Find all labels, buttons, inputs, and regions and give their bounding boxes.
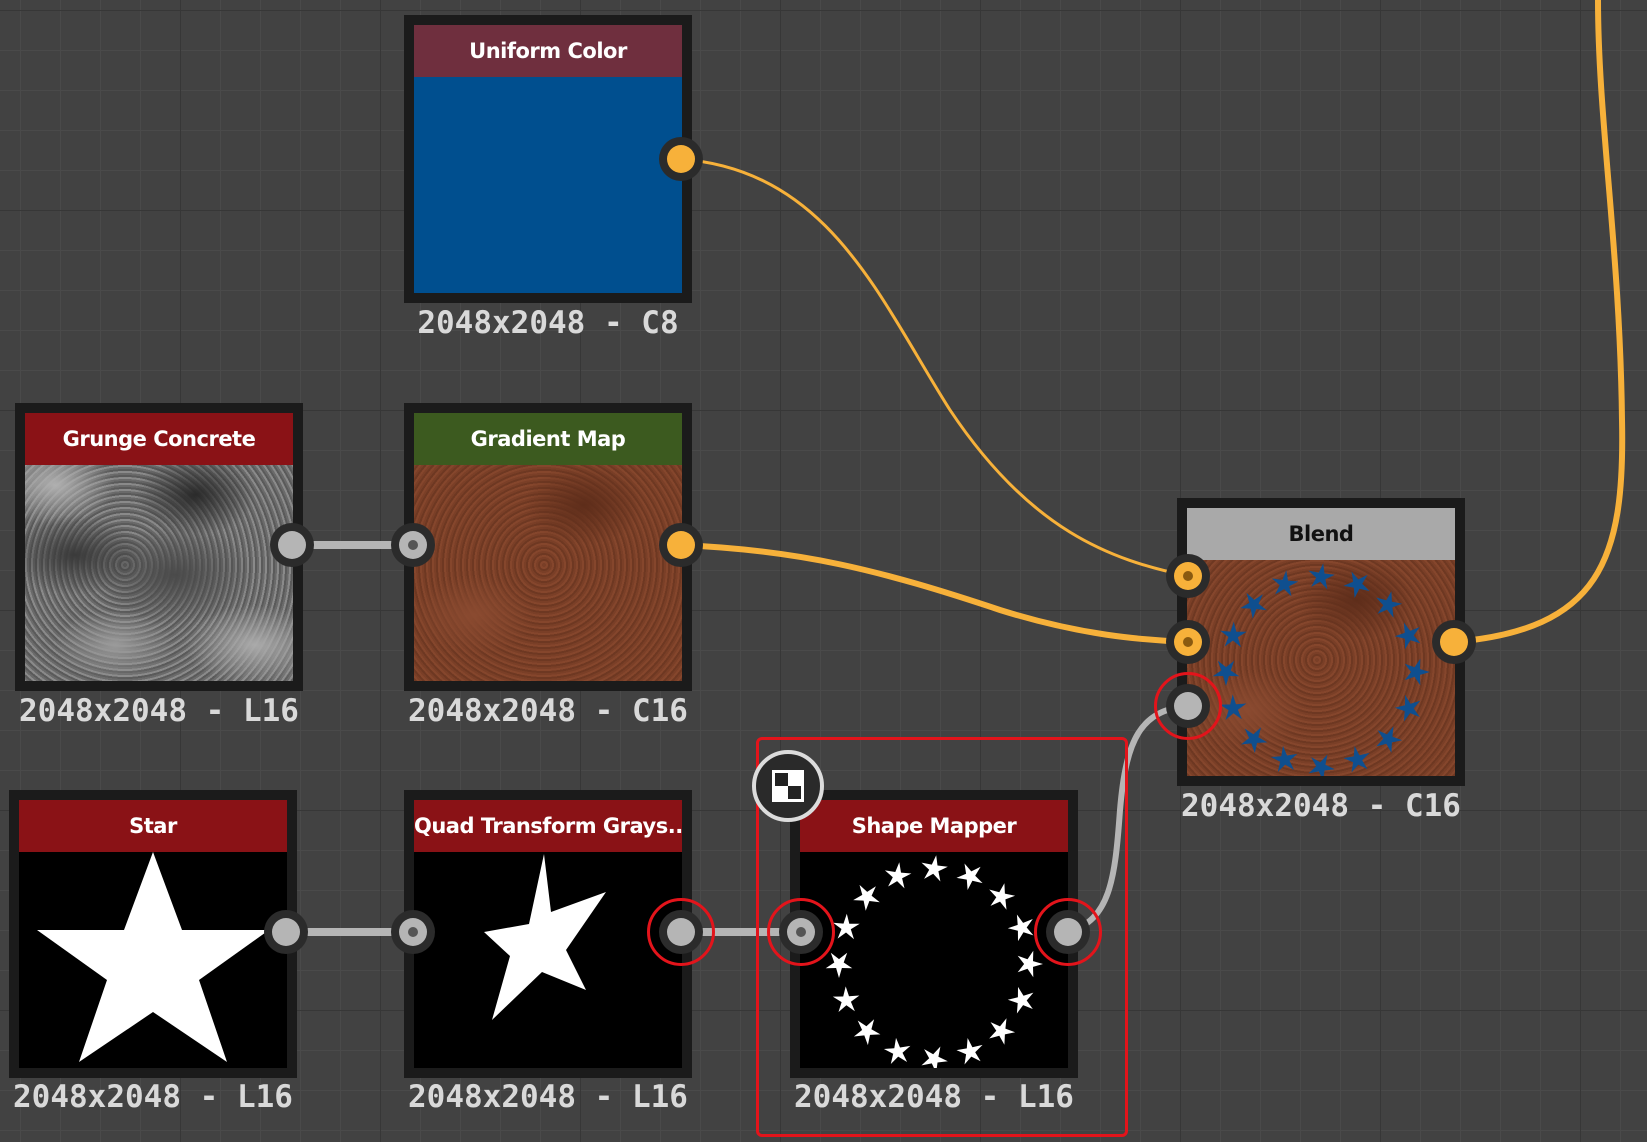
scattered-star-shape bbox=[1376, 591, 1403, 618]
node-thumbnail-blend bbox=[1187, 560, 1455, 776]
output-port-star[interactable] bbox=[264, 910, 308, 954]
node-title: Quad Transform Grays... bbox=[414, 800, 682, 852]
node-grunge-concrete[interactable]: Grunge Concrete bbox=[15, 403, 303, 691]
output-port-gradient-map[interactable] bbox=[659, 523, 703, 567]
scattered-star-shape bbox=[921, 1046, 948, 1068]
node-size-label: 2048x2048 - L16 bbox=[794, 1079, 1074, 1115]
node-thumbnail-quad-transform bbox=[414, 852, 682, 1068]
node-size-label: 2048x2048 - C8 bbox=[417, 305, 679, 341]
output-port-quad-transform[interactable] bbox=[659, 910, 703, 954]
checker-compare-icon[interactable] bbox=[752, 750, 824, 822]
scattered-star-shape bbox=[1404, 658, 1430, 686]
node-gradient-map[interactable]: Gradient Map bbox=[404, 403, 692, 691]
scattered-star-shape bbox=[1007, 986, 1034, 1014]
scattered-star-shape bbox=[1271, 570, 1299, 597]
scattered-star-shape bbox=[883, 1037, 911, 1064]
node-thumbnail-gradient-map bbox=[414, 465, 682, 681]
scattered-star-shape bbox=[1007, 914, 1034, 942]
scattered-star-shape bbox=[1240, 727, 1268, 754]
input-port-shape-mapper[interactable] bbox=[779, 910, 823, 954]
scattered-star-shape bbox=[1220, 621, 1247, 648]
node-quad-transform[interactable]: Quad Transform Grays... bbox=[404, 790, 692, 1078]
scattered-star-shape bbox=[956, 863, 983, 890]
connection-uniform-to-blend[interactable] bbox=[679, 157, 1189, 578]
scattered-star-shape bbox=[1270, 745, 1298, 772]
connection-blend-output[interactable] bbox=[1452, 0, 1626, 645]
connection-gradient-to-blend[interactable] bbox=[679, 542, 1189, 645]
output-port-shape-mapper[interactable] bbox=[1046, 910, 1090, 954]
node-star[interactable]: Star bbox=[9, 790, 297, 1078]
node-title: Grunge Concrete bbox=[25, 413, 293, 465]
node-size-label: 2048x2048 - C16 bbox=[1181, 788, 1461, 824]
input-port-gradient-map[interactable] bbox=[391, 523, 435, 567]
input-port-quad-transform[interactable] bbox=[391, 910, 435, 954]
scattered-star-shape bbox=[989, 883, 1016, 910]
node-size-label: 2048x2048 - L16 bbox=[408, 1079, 688, 1115]
node-thumbnail-shape-mapper bbox=[800, 852, 1068, 1068]
input-port-blend-background[interactable] bbox=[1166, 620, 1210, 664]
scattered-star-shape bbox=[921, 855, 948, 882]
scattered-star-shape bbox=[1212, 660, 1240, 686]
node-thumbnail-grunge bbox=[25, 465, 293, 681]
scattered-star-shape bbox=[833, 913, 860, 940]
node-size-label: 2048x2048 - L16 bbox=[19, 693, 299, 729]
node-thumbnail-star bbox=[19, 852, 287, 1068]
node-uniform-color[interactable]: Uniform Color bbox=[404, 15, 692, 303]
scattered-star-shape bbox=[956, 1038, 983, 1065]
node-title: Uniform Color bbox=[414, 25, 682, 77]
scattered-star-shape bbox=[1394, 694, 1421, 722]
scattered-star-shape bbox=[1343, 571, 1370, 598]
scattered-star-shape bbox=[1376, 726, 1403, 753]
node-title: Blend bbox=[1187, 508, 1455, 560]
scattered-star-shape bbox=[989, 1018, 1016, 1045]
scattered-star-shape bbox=[884, 862, 912, 889]
node-shape-mapper[interactable]: Shape Mapper bbox=[790, 790, 1078, 1078]
scattered-star-shape bbox=[1394, 622, 1421, 650]
node-size-label: 2048x2048 - C16 bbox=[408, 693, 688, 729]
scattered-star-shape bbox=[853, 1019, 881, 1046]
node-blend[interactable]: Blend bbox=[1177, 498, 1465, 786]
node-title: Shape Mapper bbox=[800, 800, 1068, 852]
node-title: Gradient Map bbox=[414, 413, 682, 465]
output-port-blend[interactable] bbox=[1432, 620, 1476, 664]
output-port-grunge-concrete[interactable] bbox=[270, 523, 314, 567]
output-port-uniform-color[interactable] bbox=[659, 137, 703, 181]
scattered-star-shape bbox=[1017, 950, 1043, 978]
scattered-star-shape bbox=[853, 884, 880, 911]
input-port-blend-opacity[interactable] bbox=[1166, 684, 1210, 728]
scattered-star-shape bbox=[1343, 746, 1370, 773]
scattered-star-shape bbox=[1308, 563, 1335, 590]
scattered-star-shape bbox=[1308, 754, 1335, 776]
node-size-label: 2048x2048 - L16 bbox=[13, 1079, 293, 1115]
scattered-star-shape bbox=[1219, 694, 1247, 720]
scattered-star-shape bbox=[832, 986, 860, 1012]
scattered-star-shape bbox=[825, 952, 853, 978]
node-title: Star bbox=[19, 800, 287, 852]
node-thumbnail-uniform-color bbox=[414, 77, 682, 293]
scattered-star-shape bbox=[1240, 592, 1267, 619]
input-port-blend-foreground[interactable] bbox=[1166, 554, 1210, 598]
